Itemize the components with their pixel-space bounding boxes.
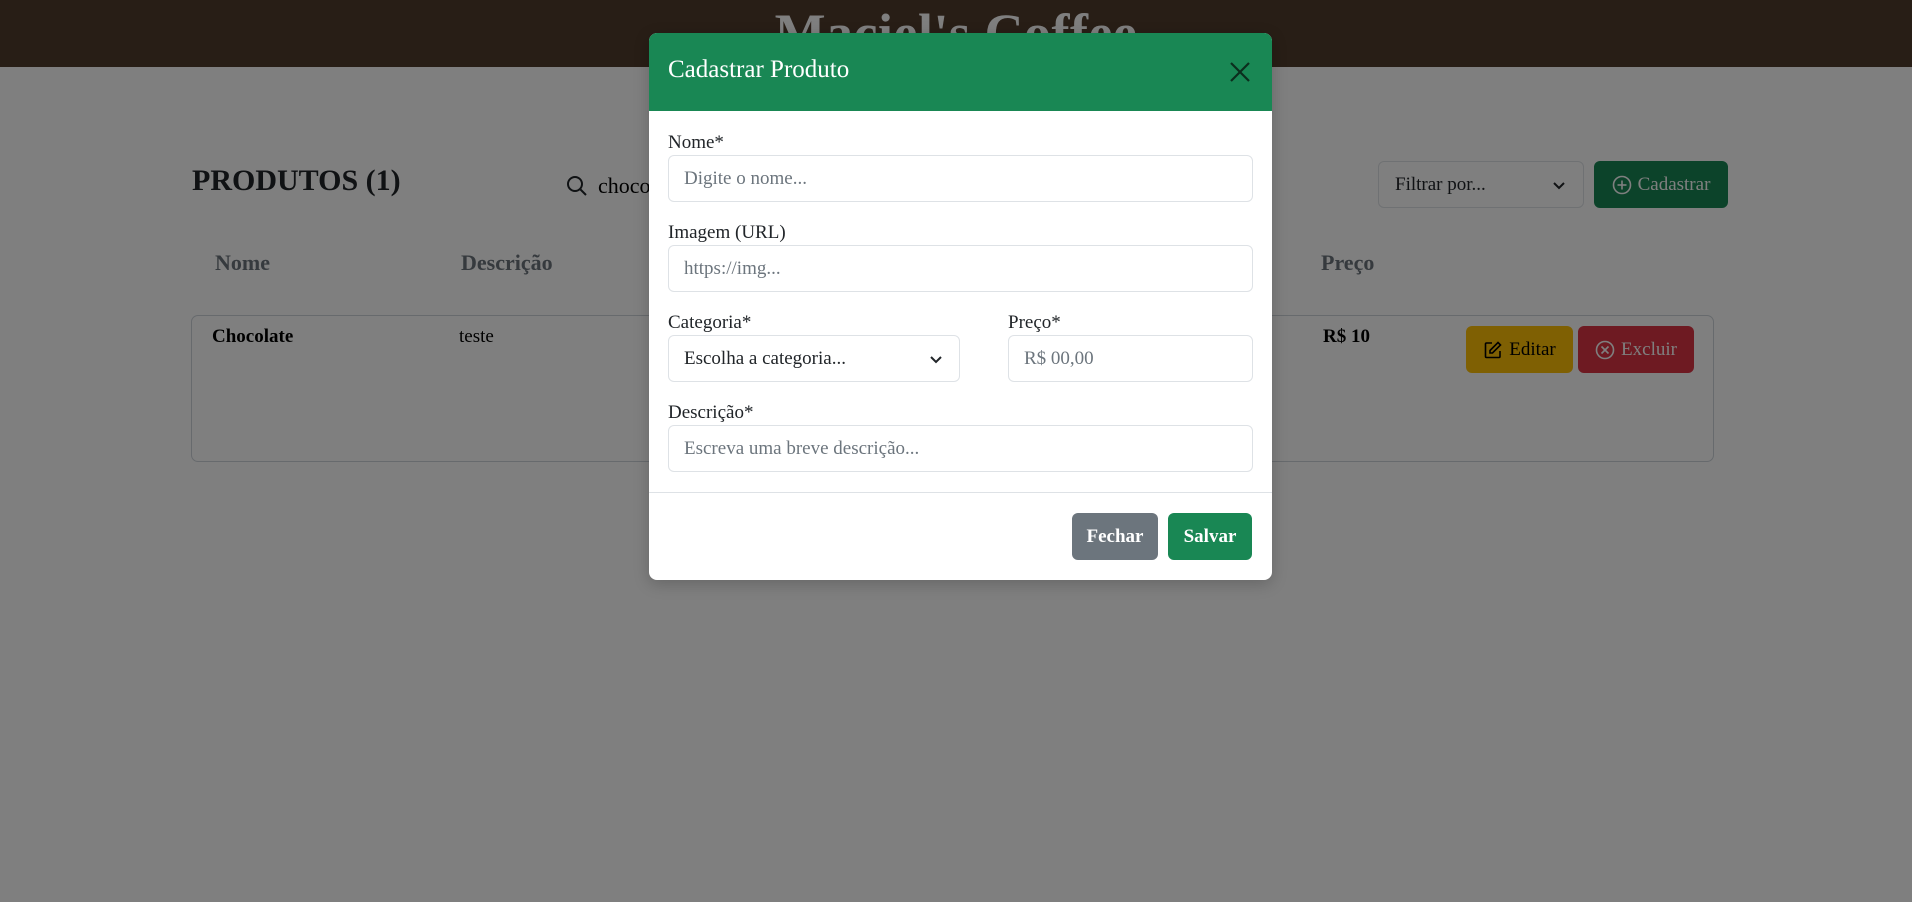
category-select-value: Escolha a categoria...	[684, 347, 846, 369]
modal-title: Cadastrar Produto	[668, 56, 850, 83]
category-select[interactable]: Escolha a categoria...	[668, 335, 960, 382]
register-product-modal: Cadastrar Produto Nome* Digite o nome...…	[649, 33, 1272, 580]
category-label: Categoria*	[668, 312, 752, 333]
description-field-placeholder: Escreva uma breve descrição...	[684, 437, 920, 459]
chevron-down-icon	[930, 355, 942, 363]
price-label: Preço*	[1008, 312, 1061, 333]
modal-footer-divider	[649, 492, 1272, 493]
close-icon[interactable]	[1227, 59, 1253, 85]
name-field[interactable]: Digite o nome...	[668, 155, 1253, 202]
image-label: Imagem (URL)	[668, 222, 786, 243]
description-field[interactable]: Escreva uma breve descrição...	[668, 425, 1253, 472]
price-field-placeholder: R$ 00,00	[1024, 347, 1094, 369]
save-button[interactable]: Salvar	[1168, 513, 1252, 560]
price-field[interactable]: R$ 00,00	[1008, 335, 1253, 382]
close-button[interactable]: Fechar	[1072, 513, 1158, 560]
modal-header: Cadastrar Produto	[649, 33, 1272, 111]
description-label: Descrição*	[668, 402, 754, 423]
name-field-placeholder: Digite o nome...	[684, 167, 807, 189]
image-url-field-placeholder: https://img...	[684, 257, 781, 279]
name-label: Nome*	[668, 132, 724, 153]
image-url-field[interactable]: https://img...	[668, 245, 1253, 292]
